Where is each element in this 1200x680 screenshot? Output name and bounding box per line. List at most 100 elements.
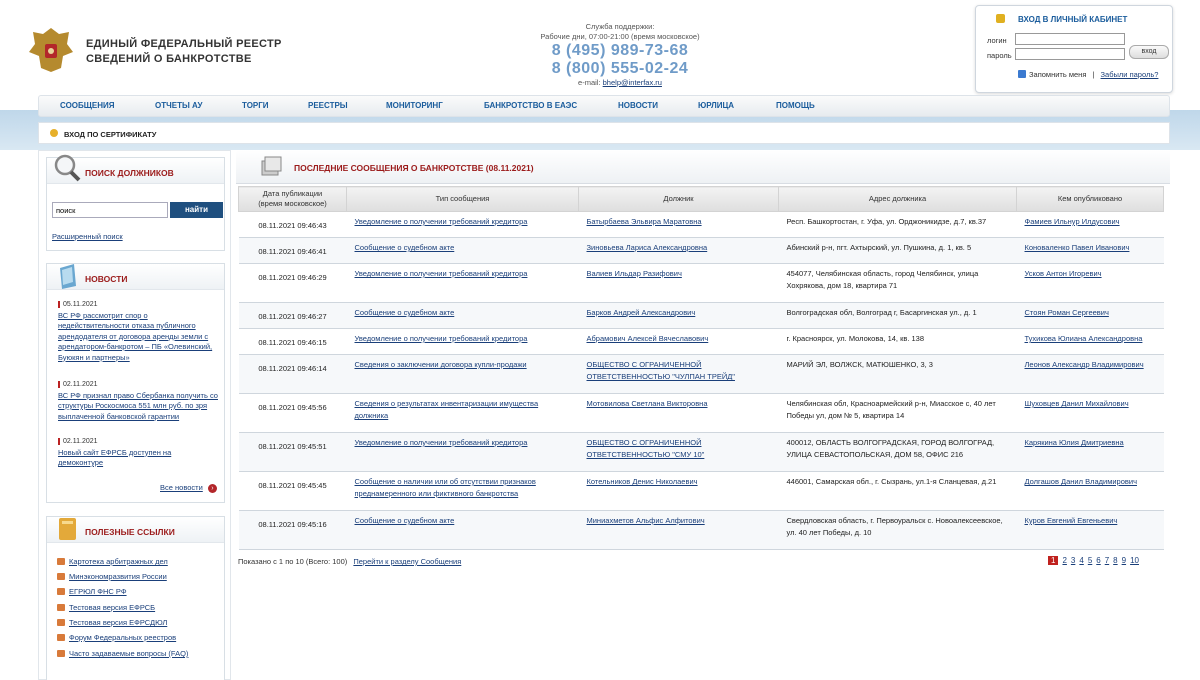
cell-publisher[interactable]: Куров Евгений Евгеньевич (1016, 510, 1164, 550)
nav-news[interactable]: НОВОСТИ (618, 101, 658, 110)
cell-publisher-link[interactable]: Куров Евгений Евгеньевич (1025, 516, 1118, 525)
cell-debtor-link[interactable]: Валиев Ильдар Разифович (587, 269, 682, 278)
nav-auctions[interactable]: ТОРГИ (242, 101, 269, 110)
cell-type-link[interactable]: Сведения о заключении договора купли-про… (355, 360, 527, 369)
nav-registries[interactable]: РЕЕСТРЫ (308, 101, 348, 110)
cell-publisher-link[interactable]: Коноваленко Павел Иванович (1025, 243, 1130, 252)
cell-publisher[interactable]: Леонов Александр Владимирович (1016, 354, 1164, 394)
cell-debtor[interactable]: Миниахметов Альфис Алфитович (578, 510, 779, 550)
cell-debtor[interactable]: Зиновьева Лариса Александровна (578, 237, 779, 264)
cell-type-link[interactable]: Уведомление о получении требований креди… (355, 334, 528, 343)
cell-debtor-link[interactable]: Котельников Денис Николаевич (587, 477, 698, 486)
cell-debtor[interactable]: Котельников Денис Николаевич (578, 471, 779, 511)
cell-publisher-link[interactable]: Тухикова Юлиана Александровна (1025, 334, 1143, 343)
cell-publisher[interactable]: Усков Антон Игоревич (1016, 263, 1164, 303)
nav-messages[interactable]: СООБЩЕНИЯ (60, 101, 115, 110)
nav-legal-entities[interactable]: ЮРЛИЦА (698, 101, 734, 110)
useful-link[interactable]: Форум Федеральных реестров (69, 633, 176, 642)
cell-debtor-link[interactable]: ОБЩЕСТВО С ОГРАНИЧЕННОЙ ОТВЕТСТВЕННОСТЬЮ… (587, 438, 705, 459)
cell-debtor-link[interactable]: Барков Андрей Александрович (587, 308, 696, 317)
page-link[interactable]: 8 (1113, 556, 1117, 565)
page-link[interactable]: 6 (1096, 556, 1100, 565)
cell-debtor[interactable]: Валиев Ильдар Разифович (578, 263, 779, 303)
certificate-login-link[interactable]: ВХОД ПО СЕРТИФИКАТУ (64, 130, 156, 139)
login-input[interactable] (1015, 33, 1125, 45)
cell-publisher[interactable]: Стоян Роман Сергеевич (1016, 302, 1164, 329)
cell-debtor[interactable]: Мотовилова Светлана Викторовна (578, 393, 779, 433)
cell-publisher[interactable]: Долгашов Данил Владимирович (1016, 471, 1164, 511)
remember-checkbox[interactable] (1018, 70, 1026, 78)
cell-publisher-link[interactable]: Стоян Роман Сергеевич (1025, 308, 1109, 317)
cell-type[interactable]: Сообщение о наличии или об отсутствии пр… (346, 471, 579, 511)
useful-link[interactable]: Минэкономразвития России (69, 572, 167, 581)
cell-publisher-link[interactable]: Карякина Юлия Дмитриевна (1025, 438, 1124, 447)
page-link[interactable]: 5 (1088, 556, 1092, 565)
debtor-search-input[interactable] (52, 202, 168, 218)
cell-type[interactable]: Сообщение о судебном акте (346, 237, 579, 264)
cell-type[interactable]: Сообщение о судебном акте (346, 302, 579, 329)
arrow-right-icon[interactable]: › (207, 484, 217, 493)
cell-type[interactable]: Уведомление о получении требований креди… (346, 211, 579, 238)
page-link[interactable]: 4 (1079, 556, 1083, 565)
cell-publisher[interactable]: Фамиев Ильнур Илдусович (1016, 211, 1164, 238)
cell-debtor[interactable]: Абрамович Алексей Вячеславович (578, 328, 779, 355)
page-link[interactable]: 9 (1122, 556, 1126, 565)
useful-link[interactable]: Тестовая версия ЕФРСБ (69, 603, 155, 612)
useful-link[interactable]: Тестовая версия ЕФРСДЮЛ (69, 618, 167, 627)
cell-publisher-link[interactable]: Долгашов Данил Владимирович (1025, 477, 1137, 486)
nav-monitoring[interactable]: МОНИТОРИНГ (386, 101, 443, 110)
cell-debtor-link[interactable]: Батырбаева Эльвира Маратовна (587, 217, 702, 226)
nav-eaeu[interactable]: БАНКРОТСТВО В ЕАЭС (484, 101, 577, 110)
cell-type[interactable]: Уведомление о получении требований креди… (346, 432, 579, 472)
news-link[interactable]: ВС РФ признал право Сбербанка получить с… (58, 391, 218, 421)
cell-debtor[interactable]: ОБЩЕСТВО С ОГРАНИЧЕННОЙ ОТВЕТСТВЕННОСТЬЮ… (578, 432, 779, 472)
cell-publisher-link[interactable]: Шуховцев Данил Михайлович (1025, 399, 1129, 408)
cell-debtor[interactable]: Барков Андрей Александрович (578, 302, 779, 329)
cell-type-link[interactable]: Сообщение о судебном акте (355, 308, 455, 317)
cell-publisher-link[interactable]: Леонов Александр Владимирович (1025, 360, 1144, 369)
cell-publisher[interactable]: Коноваленко Павел Иванович (1016, 237, 1164, 264)
cell-publisher[interactable]: Шуховцев Данил Михайлович (1016, 393, 1164, 433)
login-button[interactable]: вход (1129, 45, 1169, 59)
cell-debtor-link[interactable]: Миниахметов Альфис Алфитович (587, 516, 705, 525)
nav-au-reports[interactable]: ОТЧЕТЫ АУ (155, 101, 202, 110)
news-link[interactable]: Новый сайт ЕФРСБ доступен на демоконтуре (58, 448, 171, 468)
useful-link[interactable]: ЕГРЮЛ ФНС РФ (69, 587, 127, 596)
cell-publisher[interactable]: Карякина Юлия Дмитриевна (1016, 432, 1164, 472)
email-link[interactable]: bhelp@interfax.ru (603, 78, 662, 87)
cell-debtor-link[interactable]: Мотовилова Светлана Викторовна (587, 399, 708, 408)
cell-type[interactable]: Сведения о результатах инвентаризации им… (346, 393, 579, 433)
useful-link[interactable]: Картотека арбитражных дел (69, 557, 168, 566)
cell-type-link[interactable]: Сообщение о наличии или об отсутствии пр… (355, 477, 536, 498)
phone-2[interactable]: 8 (800) 555-02-24 (500, 60, 740, 78)
cell-debtor-link[interactable]: Зиновьева Лариса Александровна (587, 243, 708, 252)
nav-help[interactable]: ПОМОЩЬ (776, 101, 815, 110)
cell-type[interactable]: Уведомление о получении требований креди… (346, 263, 579, 303)
password-input[interactable] (1015, 48, 1125, 60)
cell-type[interactable]: Сведения о заключении договора купли-про… (346, 354, 579, 394)
cell-type-link[interactable]: Сообщение о судебном акте (355, 243, 455, 252)
cell-debtor[interactable]: ОБЩЕСТВО С ОГРАНИЧЕННОЙ ОТВЕТСТВЕННОСТЬЮ… (578, 354, 779, 394)
cell-debtor[interactable]: Батырбаева Эльвира Маратовна (578, 211, 779, 238)
cell-type-link[interactable]: Уведомление о получении требований креди… (355, 438, 528, 447)
cell-type-link[interactable]: Уведомление о получении требований креди… (355, 269, 528, 278)
useful-link[interactable]: Часто задаваемые вопросы (FAQ) (69, 649, 188, 658)
cell-publisher[interactable]: Тухикова Юлиана Александровна (1016, 328, 1164, 355)
phone-1[interactable]: 8 (495) 989-73-68 (500, 42, 740, 60)
cell-type[interactable]: Сообщение о судебном акте (346, 510, 579, 550)
forgot-password-link[interactable]: Забыли пароль? (1101, 70, 1159, 79)
search-button[interactable]: найти (170, 202, 223, 218)
all-news-link[interactable]: Все новости (160, 483, 203, 492)
cell-type-link[interactable]: Сообщение о судебном акте (355, 516, 455, 525)
page-link[interactable]: 1 (1048, 556, 1059, 565)
advanced-search-link[interactable]: Расширенный поиск (52, 232, 123, 241)
page-link[interactable]: 7 (1105, 556, 1109, 565)
page-link[interactable]: 3 (1071, 556, 1075, 565)
cell-type[interactable]: Уведомление о получении требований креди… (346, 328, 579, 355)
page-link[interactable]: 2 (1062, 556, 1066, 565)
cell-type-link[interactable]: Уведомление о получении требований креди… (355, 217, 528, 226)
cell-debtor-link[interactable]: ОБЩЕСТВО С ОГРАНИЧЕННОЙ ОТВЕТСТВЕННОСТЬЮ… (587, 360, 735, 381)
goto-messages-link[interactable]: Перейти к разделу Сообщения (353, 557, 461, 566)
cell-publisher-link[interactable]: Усков Антон Игоревич (1025, 269, 1102, 278)
cell-publisher-link[interactable]: Фамиев Ильнур Илдусович (1025, 217, 1120, 226)
